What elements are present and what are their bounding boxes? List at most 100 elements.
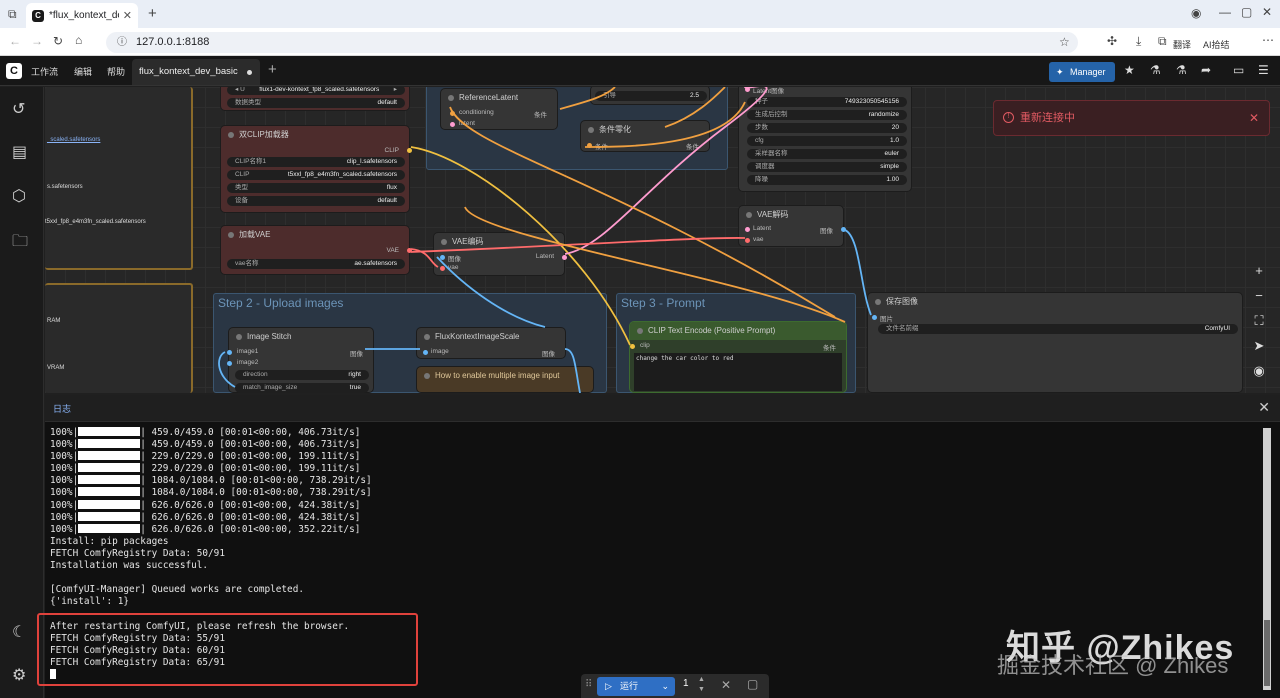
log-percent: 100%| [50,463,79,475]
ai-label[interactable]: AI拾结 [1203,38,1230,51]
log-percent: 100%| [50,523,79,535]
log-line: 100%| | 1084.0/1084.0 [00:01<00:00, 738.2… [50,475,1265,487]
run-button[interactable]: ▷ 运行 ⌄ [597,677,675,696]
extensions-icon[interactable]: ✣ [1107,34,1117,48]
menu-edit[interactable]: 编辑 [74,65,92,78]
log-progress-text: | 626.0/626.0 [00:01<00:00, 352.22it/s] [140,523,361,535]
log-close-icon[interactable]: ✕ [1258,399,1270,416]
log-percent: 100%| [50,427,79,438]
progress-bar [78,439,141,449]
progress-bar [78,523,141,533]
log-percent: 100%| [50,511,79,523]
translate-icon[interactable]: ⧉ [1158,34,1167,49]
profile-icon[interactable]: ◉ [1191,6,1201,20]
browser-menu-icon[interactable]: ⋯ [1262,33,1274,47]
stop-icon[interactable]: ▢ [747,677,758,691]
hamburger-icon[interactable]: ☰ [1258,63,1269,77]
url-input[interactable]: ⓘ 127.0.0.1:8188 ☆ [106,32,1078,53]
sidebar: ↺ ▤ ⬡ 🗀 ☾ ⚙ [0,87,44,698]
run-label: 运行 [620,681,639,691]
theme-moon-icon[interactable]: ☾ [12,622,26,642]
manager-label: Manager [1070,67,1106,77]
reconnecting-toast: ! 重新连接中 ✕ [993,100,1270,136]
log-line: 100%| | 229.0/229.0 [00:01<00:00, 199.11i… [50,451,1265,463]
panel-toggle-icon[interactable]: ▭ [1233,63,1244,77]
batch-count-input[interactable]: 1 [683,678,689,689]
highlight-box [37,613,418,686]
log-line: FETCH ComfyRegistry Data: 50/91 [50,547,225,559]
log-line: Install: pip packages [50,535,169,547]
minimize-icon[interactable]: — [1219,5,1231,19]
fit-view-icon[interactable]: ⛶ [1248,310,1270,332]
download-icon[interactable]: ⤓ [1136,34,1141,49]
menu-workflow[interactable]: 工作流 [31,65,58,78]
log-panel-header: 日志 ✕ [45,395,1280,422]
log-percent: 100%| [50,499,79,511]
workflow-tab-label: flux_kontext_dev_basic [139,66,238,77]
zoom-in-icon[interactable]: + [1248,260,1270,282]
add-workflow-icon[interactable]: + [268,61,277,78]
comfy-logo-icon[interactable]: C [6,63,22,79]
log-line: 100%| | 229.0/229.0 [00:01<00:00, 199.11i… [50,463,1265,475]
close-tab-icon[interactable]: ✕ [123,9,132,22]
browser-tab-title: *flux_kontext_dev [49,10,119,21]
share-icon[interactable]: ➦ [1201,63,1211,77]
workflows-folder-icon[interactable]: 🗀 [12,230,28,257]
close-window-icon[interactable]: ✕ [1262,5,1272,19]
bookmark-star-icon[interactable]: ☆ [1059,32,1070,53]
visibility-eye-icon[interactable]: ◉ [1248,360,1270,382]
play-icon: ▷ [605,681,612,691]
menu-help[interactable]: 帮助 [107,65,125,78]
url-text: 127.0.0.1:8188 [136,36,210,48]
manager-button[interactable]: ✦ Manager [1049,62,1115,82]
model-library-icon[interactable]: ⬡ [12,186,26,206]
batch-stepper-icon[interactable]: ▲ ▼ [698,675,705,695]
forward-icon[interactable]: → [31,34,43,48]
workflow-tab[interactable]: flux_kontext_dev_basic [132,59,260,85]
browser-tab[interactable]: C *flux_kontext_dev ✕ [26,3,138,28]
progress-bar [78,499,141,509]
settings-gear-icon[interactable]: ⚙ [12,665,26,685]
cancel-icon[interactable]: ✕ [721,678,731,692]
log-progress-text: | 229.0/229.0 [00:01<00:00, 199.11it/s] [140,451,361,463]
log-line: 100%| | 459.0/459.0 [00:01<00:00, 406.73i… [50,427,1265,439]
reconnecting-text: 重新连接中 [1020,112,1075,124]
custom-node-icon[interactable]: ⚗ [1150,63,1161,77]
log-line: {'install': 1} [50,596,130,608]
progress-bar [78,487,141,497]
star-icon[interactable]: ★ [1124,63,1135,77]
comfy-favicon-icon: C [32,9,44,22]
log-scrollbar-thumb[interactable] [1264,620,1270,686]
log-line: [ComfyUI-Manager] Queued works are compl… [50,584,304,596]
toast-close-icon[interactable]: ✕ [1249,101,1259,135]
home-icon[interactable]: ⌂ [75,33,82,47]
queue-icon[interactable]: ▤ [12,142,27,162]
progress-bar [78,511,141,521]
site-info-icon[interactable]: ⓘ [117,32,127,53]
log-line: 100%| | 1084.0/1084.0 [00:01<00:00, 738.2… [50,487,1265,499]
select-mode-icon[interactable]: ➤ [1248,335,1270,357]
log-progress-text: | 626.0/626.0 [00:01<00:00, 424.38it/s] [140,511,361,523]
new-tab-icon[interactable]: + [148,5,157,22]
run-toolbar: ⠿ ▷ 运行 ⌄ 1 ▲ ▼ ✕ ▢ [581,674,769,698]
back-icon[interactable]: ← [9,34,21,48]
maximize-icon[interactable]: ▢ [1241,5,1252,19]
tab-actions-icon[interactable]: ⧉ [8,7,17,22]
reload-icon[interactable]: ↻ [53,34,63,48]
log-tab[interactable]: 日志 [53,402,71,415]
log-line: Installation was successful. [50,560,209,572]
run-dropdown-icon[interactable]: ⌄ [661,677,669,696]
history-icon[interactable]: ↺ [12,99,25,119]
error-icon: ! [1003,112,1014,123]
log-percent: 100%| [50,475,79,487]
progress-bar [78,475,141,485]
drag-handle-icon[interactable]: ⠿ [585,679,592,690]
translate-label[interactable]: 翻译 [1173,38,1191,51]
model-icon[interactable]: ⚗ [1176,63,1187,77]
zoom-out-icon[interactable]: − [1248,285,1270,307]
puzzle-icon: ✦ [1056,67,1064,77]
log-line: 100%| | 626.0/626.0 [00:01<00:00, 424.38i… [50,511,1265,524]
progress-bar [78,427,141,436]
unsaved-dot-icon [247,70,252,75]
